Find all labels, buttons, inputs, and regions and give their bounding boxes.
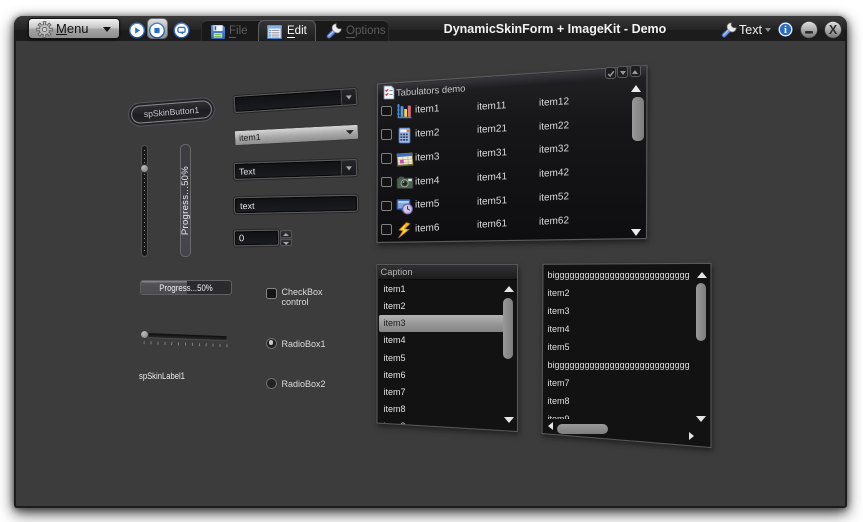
svg-text:X: X bbox=[829, 23, 838, 37]
svg-text:i: i bbox=[784, 25, 787, 36]
